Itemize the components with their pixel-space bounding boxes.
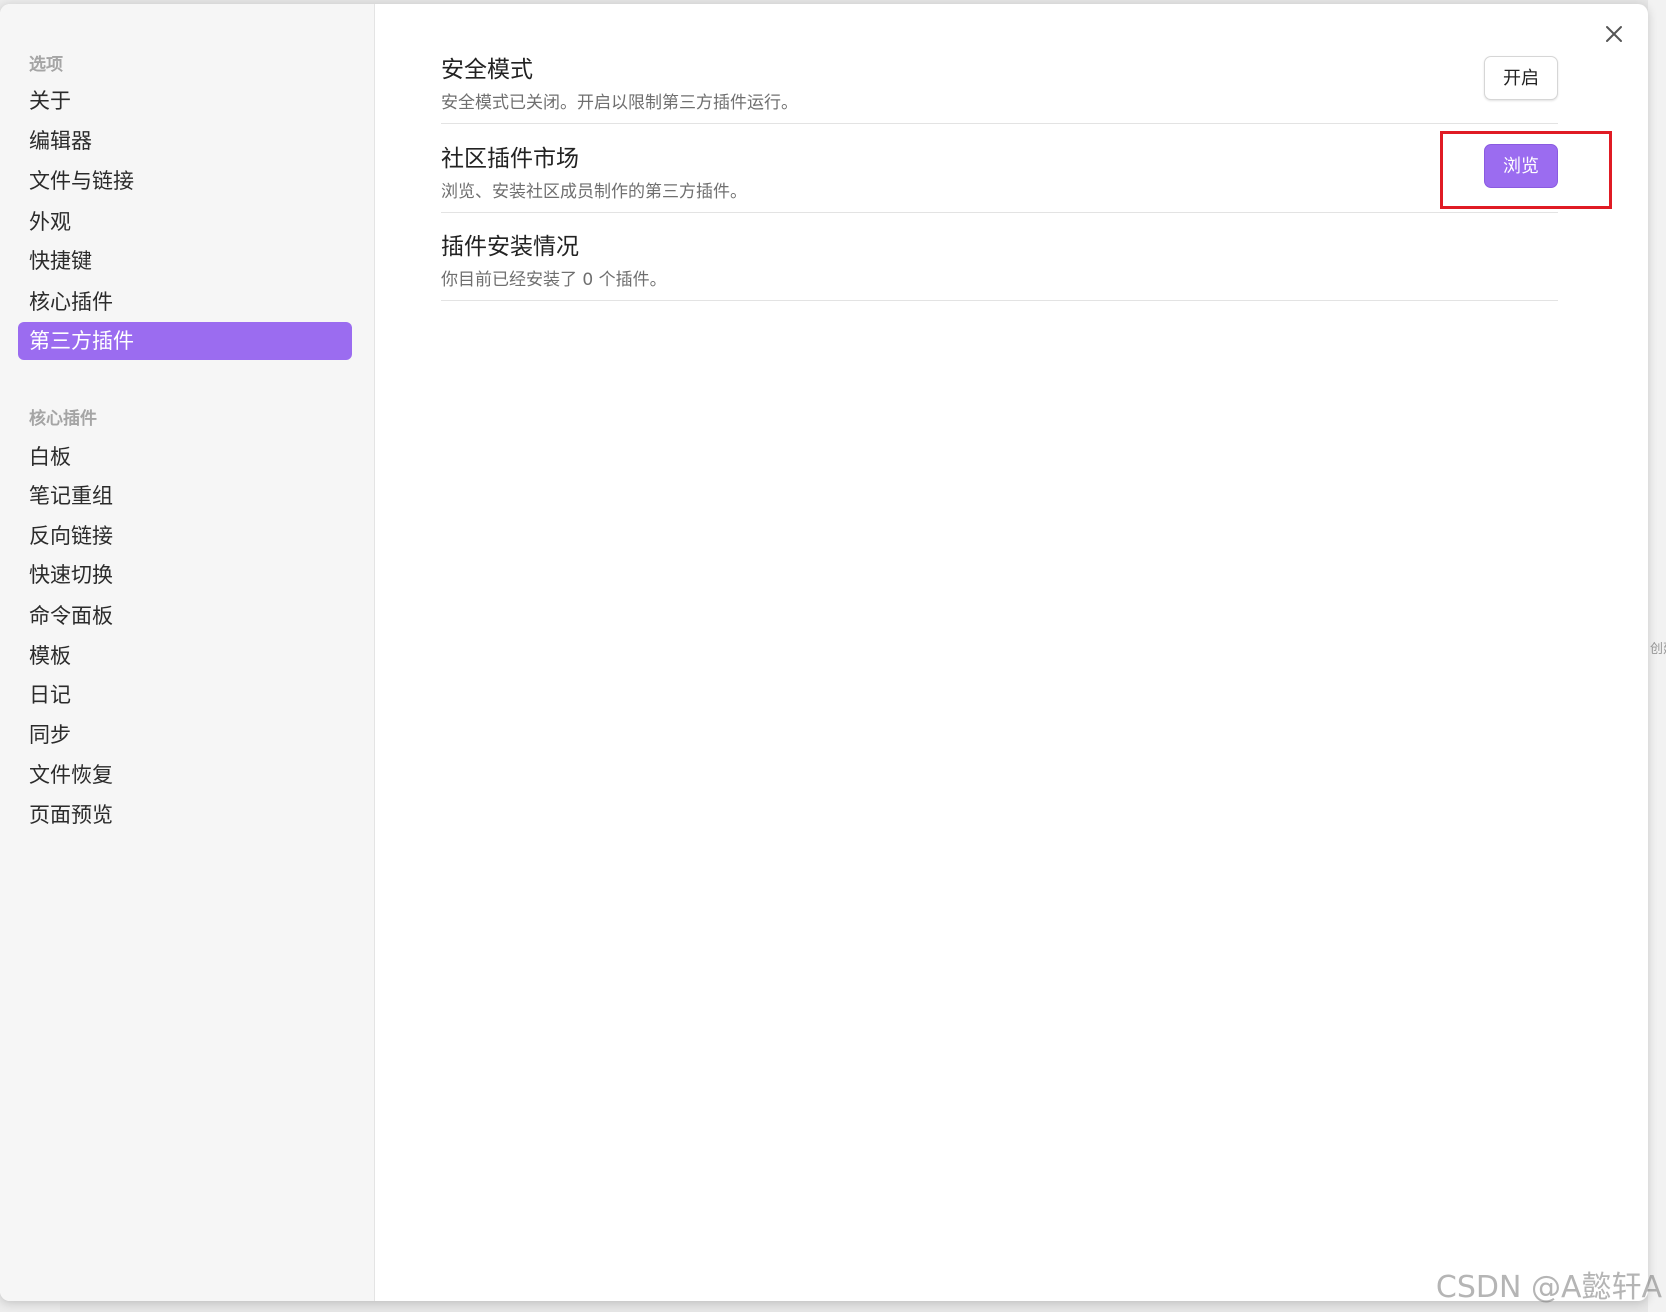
setting-name: 社区插件市场 [441,146,579,172]
annotation-highlight-box [1440,131,1612,209]
sidebar-item-quick-switcher[interactable]: 快速切换 [18,556,352,594]
sidebar-item-appearance[interactable]: 外观 [18,203,352,241]
sidebar-item-canvas[interactable]: 白板 [18,438,352,476]
setting-safe-mode: 安全模式 安全模式已关闭。开启以限制第三方插件运行。 开启 [441,32,1558,124]
setting-name: 安全模式 [441,57,533,83]
sidebar-item-backlinks[interactable]: 反向链接 [18,517,352,555]
sidebar-item-note-composer[interactable]: 笔记重组 [18,477,352,515]
sidebar-item-editor[interactable]: 编辑器 [18,122,352,160]
background-text: 创建 [1650,642,1666,657]
setting-name: 插件安装情况 [441,234,579,260]
sidebar-item-about[interactable]: 关于 [18,82,352,120]
settings-sidebar: 选项 关于 编辑器 文件与链接 外观 快捷键 核心插件 第三方插件 核心插件 白… [0,4,375,1301]
options-header: 选项 [29,55,63,75]
setting-plugin-installation: 插件安装情况 你目前已经安装了 0 个插件。 [441,209,1558,301]
sidebar-item-community-plugins[interactable]: 第三方插件 [18,322,352,360]
close-icon[interactable] [1602,22,1626,46]
setting-description: 安全模式已关闭。开启以限制第三方插件运行。 [441,93,798,113]
setting-description: 你目前已经安装了 0 个插件。 [441,270,667,290]
settings-content: 安全模式 安全模式已关闭。开启以限制第三方插件运行。 开启 社区插件市场 浏览、… [375,4,1648,1301]
sidebar-item-daily-notes[interactable]: 日记 [18,676,352,714]
sidebar-item-page-preview[interactable]: 页面预览 [18,796,352,834]
watermark: CSDN @A懿轩A [1435,1270,1662,1305]
sidebar-item-core-plugins[interactable]: 核心插件 [18,283,352,321]
sidebar-item-command-palette[interactable]: 命令面板 [18,597,352,635]
sidebar-item-hotkeys[interactable]: 快捷键 [18,242,352,280]
settings-modal: 选项 关于 编辑器 文件与链接 外观 快捷键 核心插件 第三方插件 核心插件 白… [0,4,1648,1301]
sidebar-item-sync[interactable]: 同步 [18,716,352,754]
core-plugins-header: 核心插件 [29,409,97,429]
sidebar-item-templates[interactable]: 模板 [18,637,352,675]
setting-description: 浏览、安装社区成员制作的第三方插件。 [441,182,747,202]
sidebar-item-file-recovery[interactable]: 文件恢复 [18,756,352,794]
turn-on-safe-mode-button[interactable]: 开启 [1484,56,1558,100]
setting-community-plugin-market: 社区插件市场 浏览、安装社区成员制作的第三方插件。 浏览 [441,121,1558,213]
sidebar-item-files-links[interactable]: 文件与链接 [18,162,352,200]
